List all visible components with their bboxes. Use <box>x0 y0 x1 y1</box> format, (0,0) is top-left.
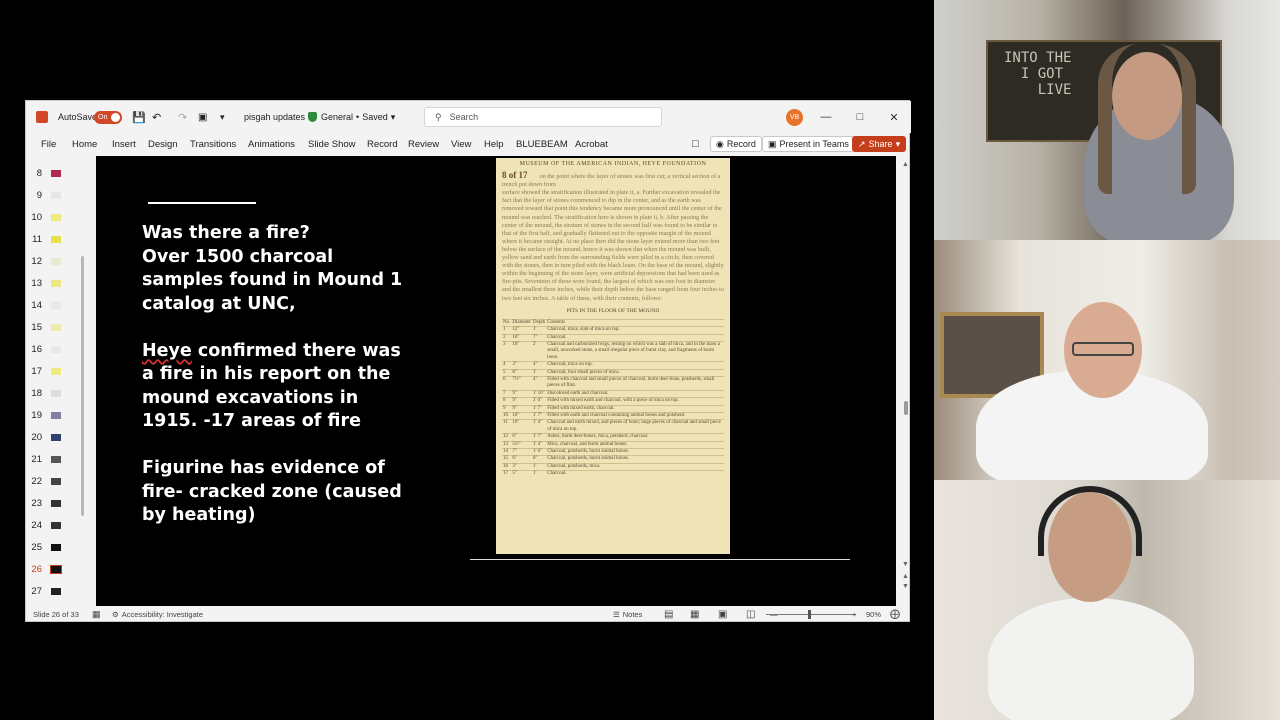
title-underline <box>148 202 256 204</box>
record-button[interactable]: ◉ Record <box>710 136 762 152</box>
table-caption: PITS IN THE FLOOR OF THE MOUND <box>566 307 660 314</box>
paragraph-figurine: Figurine has evidence of fire- cracked z… <box>142 458 402 525</box>
slideshow-view-icon[interactable]: ◫ <box>746 605 755 623</box>
save-icon[interactable]: 💾 <box>132 101 146 133</box>
thumbnail-slide-25[interactable]: 25 <box>26 537 94 557</box>
zoom-in-icon[interactable]: + <box>852 605 856 623</box>
thumbnail-slide-24[interactable]: 24 <box>26 515 94 535</box>
undo-icon[interactable]: ↶ <box>152 101 161 133</box>
comments-icon[interactable]: □ <box>692 133 699 155</box>
document-header: MUSEUM OF THE AMERICAN INDIAN, HEYE FOUN… <box>519 161 707 167</box>
accessibility-icon: ⚙ <box>112 609 119 619</box>
file-name[interactable]: pisgah updates <box>244 101 305 133</box>
thumbnail-slide-11[interactable]: 11 <box>26 229 94 249</box>
participant-1-hair <box>1098 44 1196 194</box>
present-from-start-icon[interactable]: ▣ <box>198 101 207 133</box>
slide-bottom-line <box>470 559 850 560</box>
notes-button[interactable]: ☰ Notes <box>613 605 642 623</box>
slide-body-text[interactable]: Was there a fire? Over 1500 charcoal sam… <box>142 222 442 551</box>
headphones-image <box>1038 486 1142 556</box>
share-button[interactable]: ↗ Share ▾ <box>852 136 907 152</box>
tab-bluebeam[interactable]: BLUEBEAM <box>516 133 568 155</box>
customize-toolbar-icon[interactable]: ▾ <box>220 101 225 133</box>
scrollbar-thumb[interactable] <box>904 401 908 415</box>
spelling-icon[interactable]: ▦ <box>92 605 101 623</box>
search-icon: ⚲ <box>435 111 442 122</box>
tab-file[interactable]: File <box>41 133 56 155</box>
close-icon[interactable]: ✕ <box>886 101 902 133</box>
glasses-image <box>1072 342 1134 356</box>
app-logo-icon <box>36 101 48 133</box>
pits-table: No. Diameter Depth Contents 1 12" 1' Charcoal,… <box>502 318 724 478</box>
thumbnail-slide-27[interactable]: 27 <box>26 581 94 601</box>
slide-sorter-icon[interactable]: ▦ <box>690 605 699 623</box>
teams-icon: ▣ <box>768 138 777 149</box>
tab-insert[interactable]: Insert <box>112 133 136 155</box>
autosave-label: AutoSave <box>58 112 98 122</box>
video-tile-participant-2 <box>934 240 1280 480</box>
reading-view-icon[interactable]: ▣ <box>718 605 727 623</box>
search-box[interactable]: ⚲ Search <box>424 101 662 133</box>
slide-canvas[interactable]: Was there a fire? Over 1500 charcoal sam… <box>96 156 896 606</box>
redo-icon[interactable]: ↷ <box>178 101 187 133</box>
scanned-document-image[interactable]: MUSEUM OF THE AMERICAN INDIAN, HEYE FOUN… <box>496 158 730 554</box>
present-in-teams-button[interactable]: ▣ Present in Teams <box>762 136 855 152</box>
video-tile-participant-1: INTO THE I GOT LIVE <box>934 0 1280 240</box>
tab-animations[interactable]: Animations <box>248 133 295 155</box>
search-input[interactable]: Search <box>450 112 479 122</box>
tab-design[interactable]: Design <box>148 133 178 155</box>
thumbnail-slide-10[interactable]: 10 <box>26 207 94 227</box>
tab-acrobat[interactable]: Acrobat <box>575 133 608 155</box>
title-bar: AutoSave On 💾 ↶ ↷ ▣ ▾ pisgah updates Gen… <box>26 101 911 133</box>
thumbnail-slide-9[interactable]: 9 <box>26 185 94 205</box>
spellcheck-word: Heye <box>142 340 192 361</box>
thumbnail-scrollbar[interactable] <box>81 256 84 516</box>
tab-view[interactable]: View <box>451 133 471 155</box>
thumbnail-slide-8[interactable]: 8 <box>26 163 94 183</box>
zoom-level[interactable]: 90% <box>866 605 881 623</box>
scroll-down-icon[interactable]: ▼ <box>902 561 909 568</box>
thumbnail-slide-26[interactable]: 26 <box>26 559 94 579</box>
status-bar: Slide 26 of 33 ▦ ⚙ Accessibility: Invest… <box>26 605 911 623</box>
tab-record[interactable]: Record <box>367 133 398 155</box>
page-counter: 8 of 17 <box>502 170 528 181</box>
powerpoint-window: AutoSave On 💾 ↶ ↷ ▣ ▾ pisgah updates Gen… <box>25 100 911 623</box>
next-slide-icon[interactable]: ▼ <box>902 583 909 590</box>
previous-slide-icon[interactable]: ▲ <box>902 573 909 580</box>
maximize-icon[interactable]: □ <box>852 101 868 133</box>
record-dot-icon: ◉ <box>716 138 724 149</box>
autosave-toggle[interactable]: On <box>94 101 122 133</box>
scroll-up-icon[interactable]: ▲ <box>902 161 909 168</box>
fit-to-window-icon[interactable]: ⨁ <box>890 605 900 623</box>
minimize-icon[interactable]: — <box>818 101 834 133</box>
ribbon-tabs: File Home Insert Design Transitions Anim… <box>26 133 911 155</box>
tab-review[interactable]: Review <box>408 133 439 155</box>
tab-slide-show[interactable]: Slide Show <box>308 133 356 155</box>
video-tile-participant-3 <box>934 480 1280 720</box>
paragraph-fire-question: Was there a fire? Over 1500 charcoal sam… <box>142 223 403 314</box>
document-body-text: surface showed the stratification illust… <box>502 189 724 302</box>
slide-scrollbar[interactable]: ▲ ▼ ▲ ▼ <box>902 161 909 601</box>
user-avatar[interactable]: VB <box>786 101 803 133</box>
zoom-slider[interactable] <box>766 605 856 623</box>
slide-counter: Slide 26 of 33 <box>33 609 79 619</box>
sensitivity-label[interactable]: General • Saved ▾ <box>308 101 395 133</box>
tab-transitions[interactable]: Transitions <box>190 133 236 155</box>
accessibility-status[interactable]: ⚙ Accessibility: Investigate <box>112 605 203 623</box>
tab-help[interactable]: Help <box>484 133 504 155</box>
paragraph-heye-report: Heye confirmed there was a fire in his r… <box>142 340 401 432</box>
shield-icon <box>308 112 317 122</box>
participant-3-body <box>988 598 1194 720</box>
tab-home[interactable]: Home <box>72 133 97 155</box>
share-icon: ↗ <box>858 138 866 149</box>
normal-view-icon[interactable]: ▤ <box>664 605 673 623</box>
notes-icon: ☰ <box>613 609 620 619</box>
